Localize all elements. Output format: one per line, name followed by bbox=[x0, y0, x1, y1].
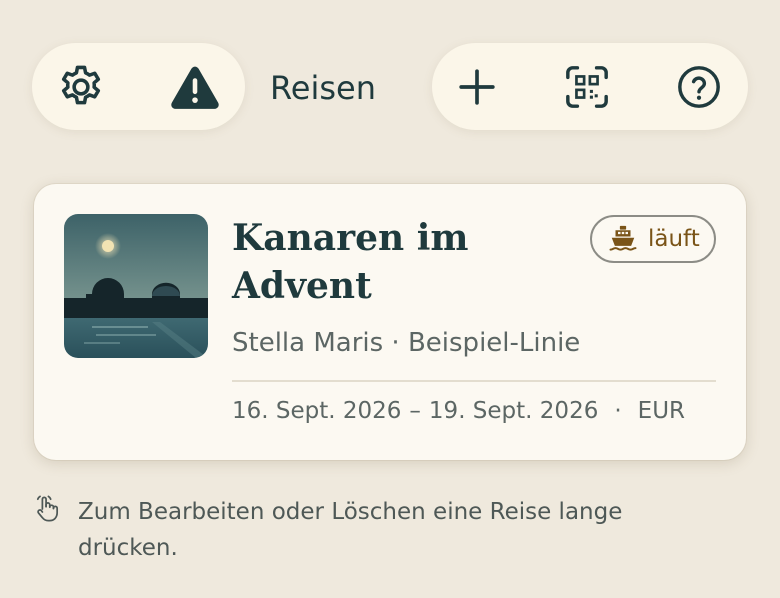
add-trip-button[interactable] bbox=[432, 43, 522, 130]
trip-title: Kanaren im Advent bbox=[232, 217, 469, 307]
ship-icon bbox=[609, 225, 637, 251]
trip-thumbnail bbox=[64, 214, 208, 358]
hand-pointer-icon bbox=[36, 495, 59, 522]
question-circle-icon bbox=[678, 65, 720, 108]
warning-button[interactable] bbox=[150, 43, 240, 130]
end-date: 19. Sept. 2026 bbox=[428, 398, 599, 424]
qr-scan-icon bbox=[566, 65, 608, 108]
date-separator: – bbox=[409, 398, 421, 424]
settings-button[interactable] bbox=[36, 43, 126, 130]
long-press-hint: Zum Bearbeiten oder Löschen eine Reise l… bbox=[32, 494, 732, 566]
meta-separator: · bbox=[614, 398, 622, 424]
help-button[interactable] bbox=[654, 43, 744, 130]
scan-qr-button[interactable] bbox=[542, 43, 632, 130]
trip-card[interactable]: Kanaren im Advent läuft Stella Maris · B… bbox=[34, 184, 746, 460]
trip-meta: 16. Sept. 2026 – 19. Sept. 2026 · EUR bbox=[232, 398, 685, 424]
currency: EUR bbox=[637, 398, 686, 424]
status-badge: läuft bbox=[590, 215, 716, 263]
card-divider bbox=[232, 380, 716, 382]
plus-icon bbox=[459, 68, 495, 105]
start-date: 16. Sept. 2026 bbox=[232, 398, 402, 424]
warning-triangle-icon bbox=[171, 66, 219, 109]
hint-text: Zum Bearbeiten oder Löschen eine Reise l… bbox=[78, 499, 623, 561]
harbor-night-illustration bbox=[64, 214, 208, 358]
toolbar-right-group bbox=[432, 43, 748, 130]
status-badge-label: läuft bbox=[648, 226, 700, 252]
gear-icon bbox=[61, 65, 101, 104]
page-title: Reisen bbox=[270, 69, 377, 107]
toolbar-left-group bbox=[32, 43, 245, 130]
ship-and-line: Stella Maris · Beispiel-Linie bbox=[232, 328, 581, 358]
